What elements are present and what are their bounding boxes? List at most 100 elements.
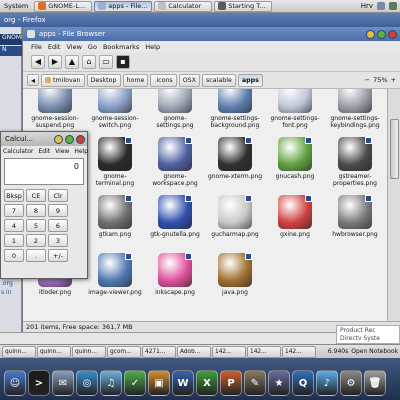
maximize-button[interactable] [377,29,386,39]
calculator-key[interactable]: 2 [26,234,46,247]
keyboard-layout-indicator[interactable]: Hrv [361,2,373,10]
breadcrumb-item[interactable]: home [122,73,149,87]
volume-icon[interactable] [377,2,385,10]
breadcrumb-item[interactable]: OSX [178,73,200,87]
taskbar-task-button[interactable]: 142... [247,345,281,358]
zoom-out-button[interactable]: − [365,76,370,84]
taskbar-task-button[interactable]: 4271... [142,345,176,358]
minimize-button[interactable] [366,29,375,39]
ichat-icon[interactable]: ✓ [124,370,146,396]
itunes-icon[interactable]: ♫ [100,370,122,396]
system-menu[interactable]: System [0,2,32,10]
breadcrumb-item[interactable]: tmilovan [41,73,85,87]
taskbar-task-button[interactable]: quinn... [37,345,71,358]
file-item[interactable]: inkscape.png [145,253,205,315]
breadcrumb-item[interactable]: apps [237,73,263,87]
calculator-menu-view[interactable]: View [55,148,69,155]
file-item[interactable]: gtkam.png [85,195,145,257]
scrollbar-thumb[interactable] [390,119,399,179]
taskbar-task-button[interactable]: quinn... [72,345,106,358]
menu-item-file[interactable]: File [31,43,42,51]
calculator-key[interactable]: Bksp [4,189,24,202]
taskbar-task-button[interactable]: 142... [282,345,316,358]
calculator-key[interactable]: . [26,249,46,262]
file-item[interactable]: gxine.png [265,195,325,257]
imovie-icon[interactable]: ★ [268,370,290,396]
safari-icon[interactable]: ◎ [76,370,98,396]
file-item[interactable]: gnome-settings-keybindings.png [325,89,385,141]
zoom-in-button[interactable]: + [391,76,396,84]
calculator-key[interactable]: 0 [4,249,24,262]
file-item[interactable]: gnome-settings-font.png [265,89,325,141]
excel-icon[interactable]: X [196,370,218,396]
calculator-close-button[interactable] [76,134,85,144]
firefox-link[interactable]: .org [1,279,22,288]
calculator-menu-edit[interactable]: Edit [38,148,50,155]
file-item[interactable]: gnome-workspace.png [145,137,205,199]
calculator-key[interactable]: Clr [48,189,68,202]
panel-task-button[interactable]: Starting T... [214,0,273,12]
breadcrumb-item[interactable]: .icons [150,73,177,87]
word-icon[interactable]: W [172,370,194,396]
calculator-menu-help[interactable]: Help [74,148,88,155]
calculator-key[interactable]: 5 [26,219,46,232]
panel-task-button[interactable]: Calculator [154,0,213,12]
menu-item-go[interactable]: Go [88,43,97,51]
file-item[interactable]: image-viewer.png [85,253,145,315]
mail-icon[interactable]: ✉ [52,370,74,396]
calculator-key[interactable]: 9 [48,204,68,217]
calculator-key[interactable]: 6 [48,219,68,232]
firefox-link[interactable]: s in [1,288,22,297]
menu-item-bookmarks[interactable]: Bookmarks [103,43,139,51]
file-item[interactable]: java.png [205,253,265,315]
network-icon[interactable] [389,2,397,10]
calculator-key[interactable]: 7 [4,204,24,217]
file-item[interactable]: hwbrowser.png [325,195,385,257]
taskbar-task-button[interactable]: gcom... [107,345,141,358]
file-item[interactable]: gnome-settings.png [145,89,205,141]
file-browser-titlebar[interactable]: apps - File Browser [23,27,400,41]
trash-icon[interactable]: 🗑 [364,370,386,396]
quicktime-icon[interactable]: Q [292,370,314,396]
file-item[interactable]: gstreamer-properties.png [325,137,385,199]
calculator-key[interactable]: 8 [26,204,46,217]
firefox-tab[interactable]: GNOME-Lo [0,34,22,45]
taskbar-task-button[interactable]: 142... [212,345,246,358]
file-item[interactable]: gucharmap.png [205,195,265,257]
menu-item-help[interactable]: Help [145,43,160,51]
iphoto-icon[interactable]: ▣ [148,370,170,396]
calculator-key[interactable]: CE [26,189,46,202]
menu-item-edit[interactable]: Edit [48,43,61,51]
panel-task-button[interactable]: GNOME-L... [34,0,93,12]
menu-item-view[interactable]: View [66,43,81,51]
vertical-scrollbar[interactable] [387,89,400,321]
breadcrumb-item[interactable]: Desktop [86,73,121,87]
calculator-key[interactable]: 3 [48,234,68,247]
calculator-key[interactable]: 1 [4,234,24,247]
up-button[interactable]: ▲ [65,54,79,69]
home-button[interactable]: ⌂ [82,54,96,69]
file-item[interactable]: gnome-settings-background.png [205,89,265,141]
settings-icon[interactable]: ⚙ [340,370,362,396]
terminal-icon[interactable]: > [28,370,50,396]
calculator-minimize-button[interactable] [54,134,63,144]
gimp-icon[interactable]: ✎ [244,370,266,396]
close-button[interactable] [388,29,397,39]
open-notebook-button[interactable]: Open Notebook [351,348,398,355]
computer-button[interactable]: ▭ [99,54,113,69]
panel-task-button[interactable]: apps - File... [94,0,153,12]
calculator-key[interactable]: +/- [48,249,68,262]
calculator-menu-calculator[interactable]: Calculator [3,148,33,155]
file-item[interactable]: gnucash.png [265,137,325,199]
terminal-button[interactable]: ▪ [116,54,130,69]
taskbar-task-button[interactable]: Adob... [177,345,211,358]
file-item[interactable]: gtk-gnutella.png [145,195,205,257]
itunes2-icon[interactable]: ♪ [316,370,338,396]
back-button[interactable]: ◀ [31,54,45,69]
calculator-titlebar[interactable]: Calcul... [1,132,87,146]
breadcrumb-item[interactable]: scalable [201,73,236,87]
file-item[interactable]: gnome-terminal.png [85,137,145,199]
finder-icon[interactable]: ☺ [4,370,26,396]
powerpoint-icon[interactable]: P [220,370,242,396]
file-item[interactable]: gnome-session-switch.png [85,89,145,141]
